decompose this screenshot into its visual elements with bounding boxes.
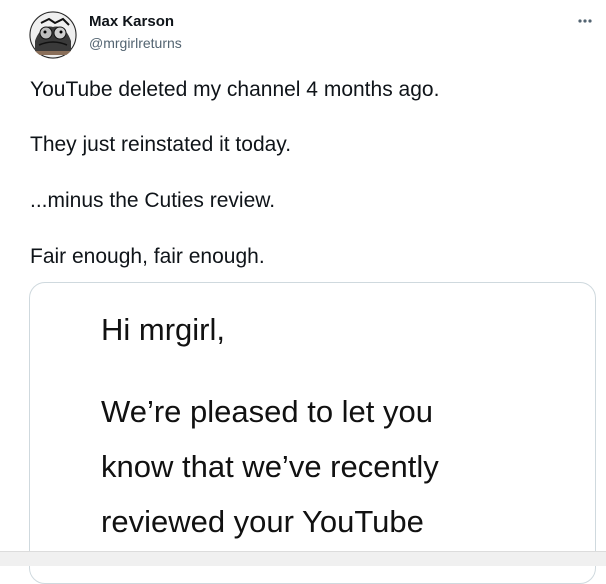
media-text-line: We’re pleased to let you	[101, 394, 434, 429]
author-name[interactable]: Max Karson	[89, 13, 174, 31]
tweet-paragraph: Fair enough, fair enough.	[30, 245, 265, 268]
media-text-line: Hi mrgirl,	[101, 312, 225, 347]
more-options-button[interactable]	[570, 10, 600, 32]
window-bottom-edge	[0, 551, 606, 566]
media-text-line: reviewed your YouTube	[101, 504, 424, 539]
tweet-paragraph: ...minus the Cuties review.	[30, 189, 276, 212]
author-handle[interactable]: @mrgirlreturns	[89, 34, 182, 52]
avatar-illustration-icon	[29, 11, 77, 59]
media-card[interactable]: Hi mrgirl, We’re pleased to let you know…	[29, 282, 596, 584]
media-text-line: know that we’ve recently	[101, 449, 439, 484]
ellipsis-icon	[578, 19, 592, 23]
tweet: Max Karson @mrgirlreturns YouTube delete…	[0, 0, 606, 584]
tweet-paragraph: YouTube deleted my channel 4 months ago.	[30, 78, 440, 101]
avatar[interactable]	[29, 11, 77, 59]
tweet-paragraph: They just reinstated it today.	[30, 133, 292, 156]
